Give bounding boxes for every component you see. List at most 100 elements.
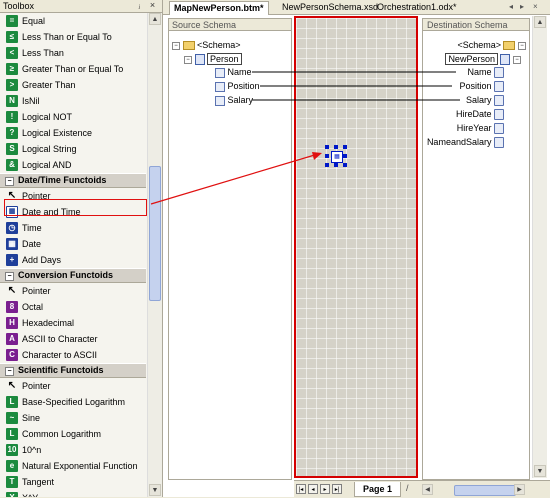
toolbox-item[interactable]: ▦ Date [0,236,146,252]
toolbox-item-label: Equal [22,16,46,26]
toolbox-item[interactable]: 10 10^n [0,442,146,458]
toolbox-item[interactable]: N IsNil [0,93,146,109]
toolbox-item[interactable]: e Natural Exponential Function [0,458,146,474]
map-vertical-scrollbar[interactable]: ▲ ▼ [532,16,547,478]
destination-record-node[interactable]: NewPerson − [445,53,521,66]
toolbox-item[interactable]: ! Logical NOT [0,109,146,125]
scroll-up-icon[interactable]: ▲ [534,16,546,28]
toolbox-item[interactable]: & Logical AND [0,157,146,173]
group-header[interactable]: − Date/Time Functoids [0,173,146,188]
toolbox-item[interactable]: H Hexadecimal [0,315,146,331]
toolbox-item[interactable]: ◷ Time [0,220,146,236]
scroll-thumb[interactable] [149,166,161,301]
toolbox-item[interactable]: S Logical String [0,141,146,157]
destination-field-name[interactable]: Name [467,67,504,79]
tab-scroll-left-icon[interactable]: ◂ [509,2,513,11]
close-document-icon[interactable]: × [533,2,538,11]
resize-handle[interactable] [325,154,329,158]
pointer-icon: ↖ [7,380,17,391]
tab-orchestration1[interactable]: Orchestration1.odx* [373,1,461,14]
resize-handle[interactable] [343,145,347,149]
toolbox-item[interactable]: + Add Days [0,252,146,268]
destination-field-label: NameandSalary [426,137,492,147]
toolbox-item-label: Greater Than [22,80,76,90]
tab-scroll-right-icon[interactable]: ▸ [520,2,524,11]
toolbox-item[interactable]: ? Logical Existence [0,125,146,141]
toolbox-item[interactable]: L Base-Specified Logarithm [0,394,146,410]
mapping-grid[interactable] [294,16,418,478]
toolbox-item[interactable]: ↖ Pointer [0,283,146,299]
source-record-node[interactable]: − Person [184,53,242,66]
source-root-node[interactable]: − <Schema> [172,40,241,51]
resize-handle[interactable] [325,163,329,167]
collapse-icon[interactable]: − [5,367,14,376]
destination-field-salary[interactable]: Salary [466,95,504,107]
pin-icon[interactable]: ⱼ [135,1,144,10]
character-to-ascii-icon: C [6,349,18,361]
toolbox-item-label: Base-Specified Logarithm [22,397,126,407]
collapse-icon[interactable]: − [518,41,526,50]
resize-handle[interactable] [334,145,338,149]
toolbox-item[interactable]: T Tangent [0,474,146,490]
toolbox-item[interactable]: ≤ Less Than or Equal To [0,29,146,45]
destination-root-node[interactable]: <Schema> − [457,40,526,51]
collapse-icon[interactable]: − [172,41,180,50]
greater-than-icon: > [6,79,18,91]
toolbox-item[interactable]: ~ Sine [0,410,146,426]
source-field-position[interactable]: Position [215,81,260,92]
toolbox-title: Toolbox [3,1,35,11]
collapse-icon[interactable]: − [184,55,192,64]
document-tabs: MapNewPerson.btm* NewPersonSchema.xsd Or… [163,0,550,15]
destination-field-hireyear[interactable]: HireYear [457,123,504,135]
next-page-icon[interactable]: ▸ [320,484,330,494]
toolbox-item[interactable]: L Common Logarithm [0,426,146,442]
toolbox-item-label: Pointer [22,286,51,296]
toolbox-scrollbar[interactable]: ▲ ▼ [147,13,162,497]
toolbox-item[interactable]: X X^Y [0,490,146,497]
destination-field-position[interactable]: Position [459,81,504,93]
toolbox-item-label: IsNil [22,96,40,106]
source-schema-pane: Source Schema − <Schema> − Person Name P… [168,18,292,480]
collapse-icon[interactable]: − [513,55,521,64]
toolbox-item[interactable]: C Character to ASCII [0,347,146,363]
tab-page-1[interactable]: Page 1 [354,482,402,497]
toolbox-item-label: Logical NOT [22,112,73,122]
scroll-down-icon[interactable]: ▼ [534,465,546,477]
toolbox-item[interactable]: > Greater Than [0,77,146,93]
scroll-up-icon[interactable]: ▲ [149,13,161,25]
scroll-right-icon[interactable]: ▶ [514,484,525,495]
source-field-name[interactable]: Name [215,67,252,78]
first-page-icon[interactable]: |◂ [296,484,306,494]
toolbox-item[interactable]: A ASCII to Character [0,331,146,347]
resize-handle[interactable] [343,154,347,158]
group-header[interactable]: − Scientific Functoids [0,363,146,378]
collapse-icon[interactable]: − [5,177,14,186]
toolbox-item-label: X^Y [22,490,38,497]
toolbox-item[interactable]: ↖ Pointer [0,378,146,394]
toolbox-item[interactable]: ≥ Greater Than or Equal To [0,61,146,77]
tab-mapnewperson[interactable]: MapNewPerson.btm* [169,1,269,15]
resize-handle[interactable] [343,163,347,167]
destination-field-hiredate[interactable]: HireDate [456,109,504,121]
previous-page-icon[interactable]: ◂ [308,484,318,494]
scroll-down-icon[interactable]: ▼ [149,484,161,496]
last-page-icon[interactable]: ▸| [332,484,342,494]
collapse-icon[interactable]: − [5,272,14,281]
destination-field-nameandsalary[interactable]: NameandSalary [426,137,504,149]
scroll-left-icon[interactable]: ◀ [422,484,433,495]
date-and-time-functoid[interactable]: ▦ [325,145,347,167]
logical-not-icon: ! [6,111,18,123]
close-icon[interactable]: × [148,1,157,10]
resize-handle[interactable] [334,163,338,167]
tab-newpersonschema[interactable]: NewPersonSchema.xsd [278,1,382,14]
group-header[interactable]: − Conversion Functoids [0,268,146,283]
toolbox-item[interactable]: < Less Than [0,45,146,61]
source-field-salary[interactable]: Salary [215,95,253,106]
toolbox-item[interactable]: 8 Octal [0,299,146,315]
pointer-icon: ↖ [7,285,17,296]
horizontal-scroll-thumb[interactable] [454,485,516,496]
toolbox-item[interactable]: = Equal [0,13,146,29]
field-icon [494,109,504,121]
resize-handle[interactable] [325,145,329,149]
tab-separator: / [406,483,409,493]
